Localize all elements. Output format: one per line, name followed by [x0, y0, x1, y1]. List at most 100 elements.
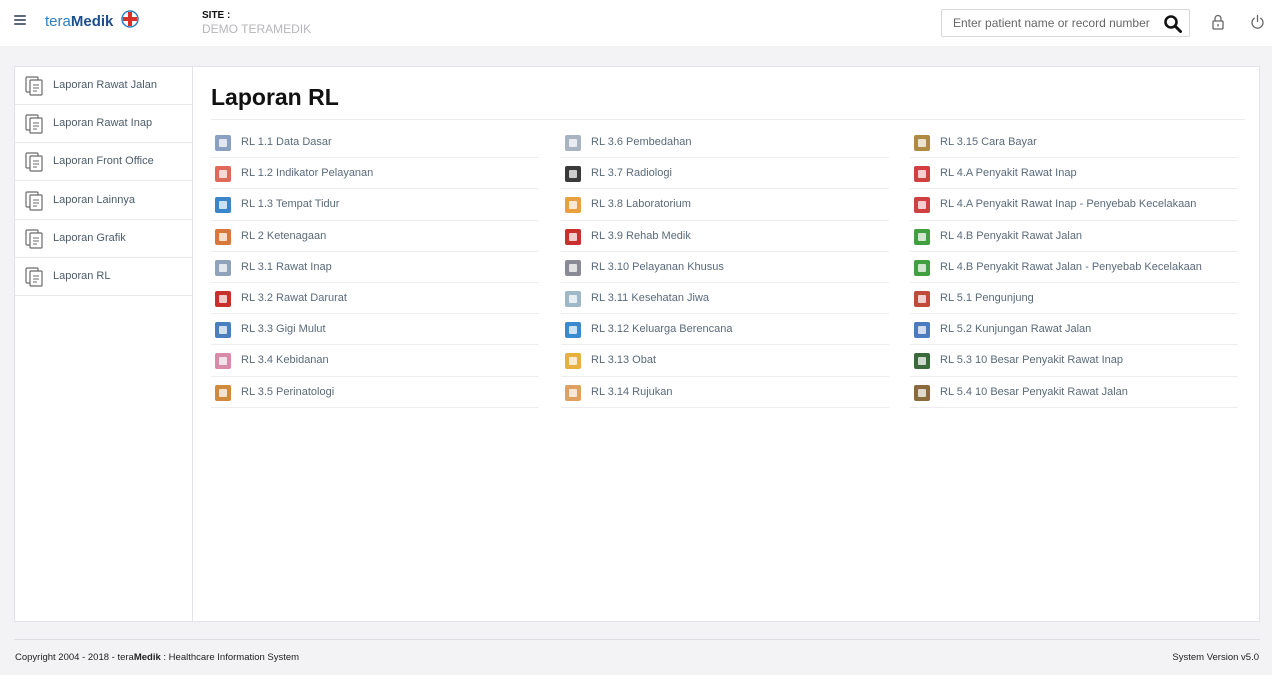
- emergency-icon: [215, 290, 231, 307]
- document-icon: [25, 114, 43, 134]
- report-link-label: RL 5.1 Pengunjung: [940, 291, 1034, 304]
- report-link-label: RL 3.7 Radiologi: [591, 167, 672, 180]
- report-link-label: RL 5.2 Kunjungan Rawat Jalan: [940, 323, 1092, 336]
- report-link[interactable]: RL 3.11 Kesehatan Jiwa: [561, 283, 889, 315]
- payment-icon: [914, 135, 930, 151]
- report-link-label: RL 4.A Penyakit Rawat Inap - Penyebab Ke…: [940, 198, 1197, 211]
- dental-icon: [215, 322, 231, 339]
- document-icon: [25, 152, 43, 172]
- report-link[interactable]: RL 5.4 10 Besar Penyakit Rawat Jalan: [910, 377, 1238, 408]
- report-link-label: RL 3.12 Keluarga Berencana: [591, 323, 733, 336]
- report-link[interactable]: RL 3.12 Keluarga Berencana: [561, 314, 889, 346]
- report-link[interactable]: RL 1.2 Indikator Pelayanan: [211, 158, 539, 190]
- report-link[interactable]: RL 4.B Penyakit Rawat Jalan: [910, 221, 1238, 252]
- system-version: System Version v5.0: [1172, 652, 1259, 663]
- sidebar-item[interactable]: Laporan Rawat Inap: [15, 105, 192, 144]
- report-link-label: RL 3.4 Kebidanan: [241, 354, 329, 367]
- ranking-icon: [914, 353, 930, 370]
- pill-icon: [565, 353, 581, 370]
- report-link-label: RL 3.15 Cara Bayar: [940, 136, 1037, 148]
- top-header: teraMedik SITE : DEMO TERAMEDIK: [0, 0, 1272, 46]
- copyright-prefix: Copyright 2004 - 2018 - tera: [15, 652, 134, 663]
- report-link-label: RL 2 Ketenagaan: [241, 229, 327, 242]
- sidebar-item-label: Laporan Front Office: [53, 155, 154, 168]
- page-title: Laporan RL: [211, 84, 339, 110]
- report-link[interactable]: RL 5.2 Kunjungan Rawat Jalan: [910, 314, 1238, 346]
- medical-cross-icon: [121, 10, 139, 28]
- staff-icon: [215, 228, 231, 245]
- report-link-label: RL 5.3 10 Besar Penyakit Rawat Inap: [940, 354, 1124, 367]
- report-link[interactable]: RL 3.15 Cara Bayar: [910, 127, 1238, 159]
- logo-medik-text: Medik: [70, 13, 114, 30]
- baby-icon: [215, 384, 231, 401]
- report-link-label: RL 5.4 10 Besar Penyakit Rawat Jalan: [940, 385, 1128, 398]
- sidebar-item[interactable]: Laporan Rawat Jalan: [15, 67, 192, 105]
- report-link[interactable]: RL 5.3 10 Besar Penyakit Rawat Inap: [910, 345, 1238, 377]
- search-icon[interactable]: [1163, 14, 1183, 34]
- ranking-icon: [914, 384, 930, 401]
- visitors-icon: [914, 290, 930, 307]
- teramedik-logo[interactable]: teraMedik: [45, 10, 139, 35]
- sidebar-item-label: Laporan Lainnya: [53, 193, 135, 206]
- document-icon: [25, 76, 43, 96]
- report-link[interactable]: RL 3.5 Perinatologi: [211, 377, 539, 408]
- report-link-label: RL 3.9 Rehab Medik: [591, 229, 691, 242]
- sidebar-item-label: Laporan Rawat Inap: [53, 117, 153, 130]
- report-link-label: RL 3.11 Kesehatan Jiwa: [591, 291, 710, 304]
- xray-icon: [565, 166, 581, 183]
- report-link-label: RL 3.6 Pembedahan: [591, 136, 692, 148]
- flask-icon: [565, 197, 581, 214]
- walking-icon: [914, 322, 930, 339]
- report-link[interactable]: RL 4.B Penyakit Rawat Jalan - Penyebab K…: [910, 252, 1238, 283]
- report-sidebar: Laporan Rawat Jalan Laporan Rawat Inap Lap…: [15, 67, 193, 621]
- footer-divider: [14, 639, 1260, 640]
- sidebar-item[interactable]: Laporan Grafik: [15, 220, 192, 258]
- report-content: Laporan RL RL 1.1 Data Dasar RL 1.2 Indik…: [194, 67, 1260, 621]
- document-icon: [25, 229, 43, 249]
- report-link[interactable]: RL 4.A Penyakit Rawat Inap - Penyebab Ke…: [910, 189, 1238, 221]
- report-link-label: RL 1.2 Indikator Pelayanan: [241, 167, 374, 180]
- report-link[interactable]: RL 3.1 Rawat Inap: [211, 252, 539, 283]
- patient-search-box: [941, 9, 1190, 37]
- report-link-label: RL 1.1 Data Dasar: [241, 136, 332, 148]
- report-link[interactable]: RL 1.3 Tempat Tidur: [211, 189, 539, 221]
- report-link-label: RL 3.8 Laboratorium: [591, 198, 691, 211]
- report-link[interactable]: RL 1.1 Data Dasar: [211, 127, 539, 159]
- power-icon[interactable]: [1250, 14, 1265, 30]
- report-link[interactable]: RL 3.10 Pelayanan Khusus: [561, 252, 889, 283]
- report-link[interactable]: RL 3.6 Pembedahan: [561, 127, 889, 159]
- report-link[interactable]: RL 3.3 Gigi Mulut: [211, 314, 539, 346]
- document-icon: [25, 267, 43, 287]
- scalpel-icon: [565, 135, 581, 151]
- maternity-icon: [215, 353, 231, 370]
- report-link[interactable]: RL 3.7 Radiologi: [561, 158, 889, 190]
- sidebar-item[interactable]: Laporan RL: [15, 258, 192, 296]
- mind-icon: [565, 290, 581, 307]
- report-link[interactable]: RL 3.8 Laboratorium: [561, 189, 889, 221]
- report-link[interactable]: RL 3.4 Kebidanan: [211, 345, 539, 377]
- disease-icon: [914, 166, 930, 183]
- copyright-suffix: : Healthcare Information System: [160, 652, 300, 663]
- report-link[interactable]: RL 5.1 Pengunjung: [910, 283, 1238, 315]
- report-link[interactable]: RL 2 Ketenagaan: [211, 221, 539, 252]
- service-icon: [565, 259, 581, 276]
- report-link-label: RL 3.10 Pelayanan Khusus: [591, 260, 724, 273]
- family-icon: [565, 322, 581, 339]
- lock-icon[interactable]: [1211, 14, 1225, 30]
- report-link[interactable]: RL 3.13 Obat: [561, 345, 889, 377]
- patient-search-input[interactable]: [942, 10, 1160, 36]
- sidebar-item-label: Laporan Grafik: [53, 231, 126, 244]
- report-link[interactable]: RL 3.14 Rujukan: [561, 377, 889, 408]
- report-link[interactable]: RL 4.A Penyakit Rawat Inap: [910, 158, 1238, 190]
- medkit-icon: [565, 228, 581, 245]
- copyright-brand: Medik: [133, 652, 161, 663]
- report-link[interactable]: RL 3.9 Rehab Medik: [561, 221, 889, 252]
- sidebar-item[interactable]: Laporan Lainnya: [15, 182, 192, 220]
- report-link[interactable]: RL 3.2 Rawat Darurat: [211, 283, 539, 315]
- disease-icon: [914, 197, 930, 214]
- report-link-label: RL 3.3 Gigi Mulut: [241, 323, 326, 336]
- sidebar-item[interactable]: Laporan Front Office: [15, 143, 192, 182]
- report-link-label: RL 4.B Penyakit Rawat Jalan: [940, 229, 1083, 242]
- menu-toggle-icon[interactable]: [14, 15, 26, 27]
- disease-icon: [914, 259, 930, 276]
